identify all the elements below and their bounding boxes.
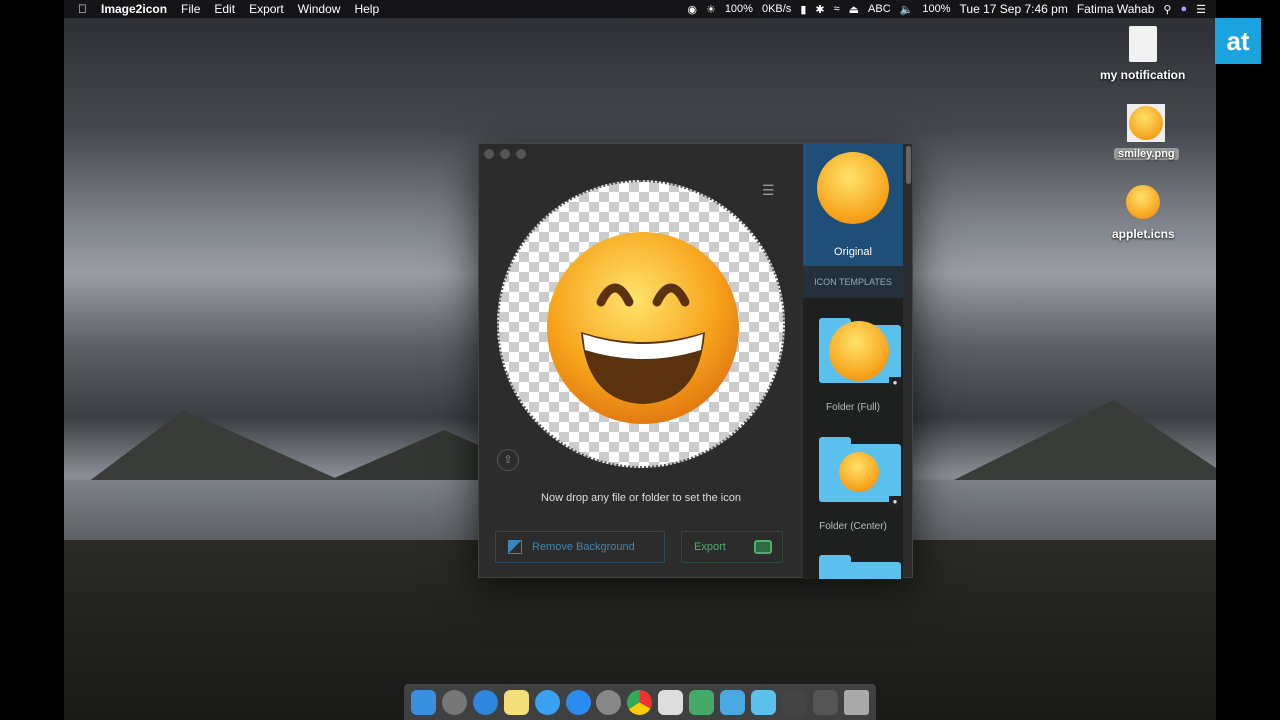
launchpad-icon[interactable] [441,689,467,715]
menu-file[interactable]: File [181,2,200,16]
system-preferences-icon[interactable] [596,689,622,715]
template-label: Folder (Full) [826,402,880,413]
smiley-icon [1126,185,1161,219]
datetime[interactable]: Tue 17 Sep 7:46 pm [960,2,1068,16]
mouse-icon[interactable]: ▮ [800,3,806,16]
smiley-icon [1129,106,1164,140]
desktop-icon-applet[interactable]: applet.icns [1112,185,1175,241]
app-store-icon[interactable] [565,689,591,715]
activity-icon[interactable] [689,689,715,715]
lock-icon: ● [889,377,901,389]
desktop-icon-label: applet.icns [1112,227,1175,241]
network-speed: 0KB/s [761,3,792,15]
desktop-icon-notification[interactable]: my notification [1100,26,1185,82]
menu-bar:  Image2icon File Edit Export Window Hel… [64,0,1216,18]
search-icon[interactable]: ⚲ [1163,3,1171,16]
eject-icon[interactable]: ⏏ [849,3,859,16]
messages-icon[interactable] [534,689,560,715]
safari-icon[interactable] [472,689,498,715]
dock [404,684,876,720]
siri-icon[interactable]: ● [1180,3,1187,15]
battery-value[interactable]: 100% [922,3,950,15]
record-icon[interactable]: ◉ [687,3,697,16]
file-icon [1128,26,1157,62]
apple-menu-icon[interactable]:  [78,2,87,16]
menu-edit[interactable]: Edit [214,2,235,16]
lock-icon: ● [889,496,901,508]
remove-background-icon [508,540,522,554]
template-sidebar: Original ICON TEMPLATES ● Folder (Full) … [803,144,903,579]
minimize-button[interactable] [500,149,510,159]
folder-icon[interactable] [751,689,777,715]
smiley-icon [839,452,879,492]
zoom-button[interactable] [516,149,526,159]
menu-help[interactable]: Help [354,2,379,16]
menu-window[interactable]: Window [298,2,341,16]
share-icon[interactable]: ⇧ [497,449,519,471]
wifi-icon[interactable]: ≈ [834,3,840,15]
bluetooth-icon[interactable]: ✱ [815,3,824,16]
smiley-icon [829,321,889,381]
brightness-value: 100% [724,3,753,15]
remove-background-label: Remove Background [532,541,635,553]
downloads-folder-icon[interactable] [720,689,746,715]
notifications-icon[interactable]: ☰ [1196,3,1206,16]
desktop-icon-label: my notification [1100,68,1186,82]
chrome-icon[interactable] [627,689,653,715]
notes-icon[interactable] [503,689,529,715]
template-label: Folder (Center) [819,521,887,532]
template-label: Original [834,246,872,258]
template-original[interactable]: Original [803,144,903,266]
folder-icon [819,318,901,383]
brightness-icon[interactable]: ☀ [706,3,716,16]
menu-export[interactable]: Export [249,2,284,16]
section-header: ICON TEMPLATES [803,266,903,298]
finder-icon[interactable] [410,689,436,715]
folder-icon [819,437,901,502]
menu-app-name[interactable]: Image2icon [101,2,167,16]
folder-icon[interactable] [819,555,901,579]
input-source[interactable]: ABC [868,3,891,15]
volume-icon[interactable]: 🔈 [900,3,914,16]
export-icon [754,540,772,554]
textedit-icon[interactable] [658,689,684,715]
stack-icon[interactable] [782,689,808,715]
close-button[interactable] [484,149,494,159]
export-label: Export [694,541,726,553]
image2icon-window: ☰ ⇧ Now drop any file or folder to set t… [478,143,913,579]
icon-drop-well[interactable] [497,180,785,468]
remove-background-button[interactable]: Remove Background [495,531,665,563]
desktop-icon-label: smiley.png [1114,148,1179,160]
user-name[interactable]: Fatima Wahab [1077,2,1155,16]
desktop-icon-smiley[interactable]: smiley.png [1114,104,1179,160]
sidebar-scrollbar[interactable] [906,146,911,184]
trash-icon[interactable] [843,689,869,715]
smiley-emoji-icon [547,232,739,424]
watermark-logo: at [1215,18,1261,64]
stack-icon[interactable] [812,689,838,715]
smiley-icon [817,152,889,224]
export-button[interactable]: Export [681,531,783,563]
drop-hint-text: Now drop any file or folder to set the i… [541,492,741,504]
